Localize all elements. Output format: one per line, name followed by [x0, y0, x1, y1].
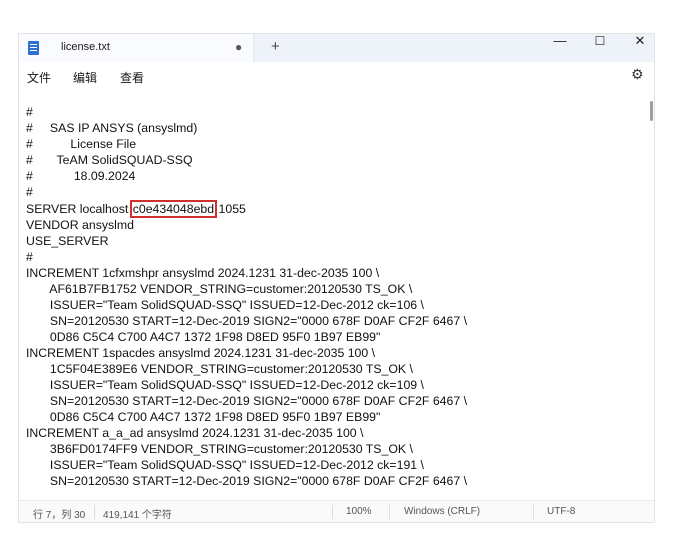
editor-line: # 18.09.2024 — [26, 169, 136, 183]
editor-line: INCREMENT a_a_ad ansyslmd 2024.1231 31-d… — [26, 426, 364, 440]
editor-line: # — [26, 250, 33, 264]
editor-line: 1C5F04E389E6 VENDOR_STRING=customer:2012… — [26, 362, 413, 376]
editor-line-server: SERVER localhost c0e434048ebd 1055 — [26, 200, 246, 218]
editor-line: # — [26, 105, 33, 119]
text-editor[interactable]: # # SAS IP ANSYS (ansyslmd) # License Fi… — [19, 96, 647, 498]
editor-line: ISSUER="Team SolidSQUAD-SSQ" ISSUED=12-D… — [26, 458, 424, 472]
editor-line: USE_SERVER — [26, 234, 109, 248]
editor-line: INCREMENT 1cfxmshpr ansyslmd 2024.1231 3… — [26, 266, 380, 280]
status-bar: 行 7，列 30 419,141 个字符 100% Windows (CRLF)… — [19, 500, 654, 522]
editor-line: # TeAM SolidSQUAD-SSQ — [26, 153, 193, 167]
new-tab-button[interactable]: + — [271, 38, 280, 55]
title-bar: license.txt ● + — ☐ ✕ — [19, 34, 654, 62]
tab-license-txt[interactable]: license.txt ● — [19, 34, 254, 62]
gear-icon[interactable]: ⚙ — [631, 66, 644, 83]
server-prefix: SERVER localhost — [26, 202, 132, 216]
menu-file[interactable]: 文件 — [27, 69, 51, 86]
editor-line: 0D86 C5C4 C700 A4C7 1372 1F98 D8ED 95F0 … — [26, 330, 381, 344]
menu-bar: 文件 编辑 查看 ⚙ — [19, 62, 654, 90]
notepad-file-icon — [28, 41, 39, 55]
editor-line: ISSUER="Team SolidSQUAD-SSQ" ISSUED=12-D… — [26, 298, 424, 312]
server-port: 1055 — [215, 202, 246, 216]
editor-line: SN=20120530 START=12-Dec-2019 SIGN2="000… — [26, 314, 468, 328]
highlighted-host-id: c0e434048ebd — [129, 200, 218, 218]
unsaved-indicator-icon[interactable]: ● — [235, 40, 242, 54]
editor-line: # License File — [26, 137, 137, 151]
status-divider — [389, 505, 390, 519]
status-divider — [533, 505, 534, 519]
editor-line: ISSUER="Team SolidSQUAD-SSQ" ISSUED=12-D… — [26, 378, 424, 392]
editor-line: VENDOR ansyslmd — [26, 218, 134, 232]
menu-edit[interactable]: 编辑 — [73, 69, 97, 86]
editor-line: 0D86 C5C4 C700 A4C7 1372 1F98 D8ED 95F0 … — [26, 410, 381, 424]
minimize-button[interactable]: — — [540, 34, 580, 56]
status-divider — [332, 505, 333, 519]
zoom-level[interactable]: 100% — [346, 506, 372, 517]
close-button[interactable]: ✕ — [620, 34, 654, 56]
editor-line: # — [26, 185, 33, 199]
status-divider — [94, 505, 95, 519]
editor-line: 3B6FD0174FF9 VENDOR_STRING=customer:2012… — [26, 442, 413, 456]
menu-view[interactable]: 查看 — [120, 69, 144, 86]
tab-title: license.txt — [61, 41, 110, 53]
cursor-position[interactable]: 行 7，列 30 — [33, 506, 85, 521]
character-count: 419,141 个字符 — [103, 510, 172, 521]
editor-line: AF61B7FB1752 VENDOR_STRING=customer:2012… — [26, 282, 413, 296]
line-ending[interactable]: Windows (CRLF) — [404, 506, 480, 517]
editor-line: INCREMENT 1spacdes ansyslmd 2024.1231 31… — [26, 346, 376, 360]
notepad-window: license.txt ● + — ☐ ✕ 文件 编辑 查看 ⚙ # # SAS… — [18, 33, 655, 523]
editor-line: SN=20120530 START=12-Dec-2019 SIGN2="000… — [26, 394, 468, 408]
editor-line: # SAS IP ANSYS (ansyslmd) — [26, 121, 198, 135]
vertical-scrollbar-thumb[interactable] — [650, 101, 653, 121]
editor-line: SN=20120530 START=12-Dec-2019 SIGN2="000… — [26, 474, 468, 488]
encoding[interactable]: UTF-8 — [547, 506, 575, 517]
maximize-button[interactable]: ☐ — [580, 34, 620, 56]
